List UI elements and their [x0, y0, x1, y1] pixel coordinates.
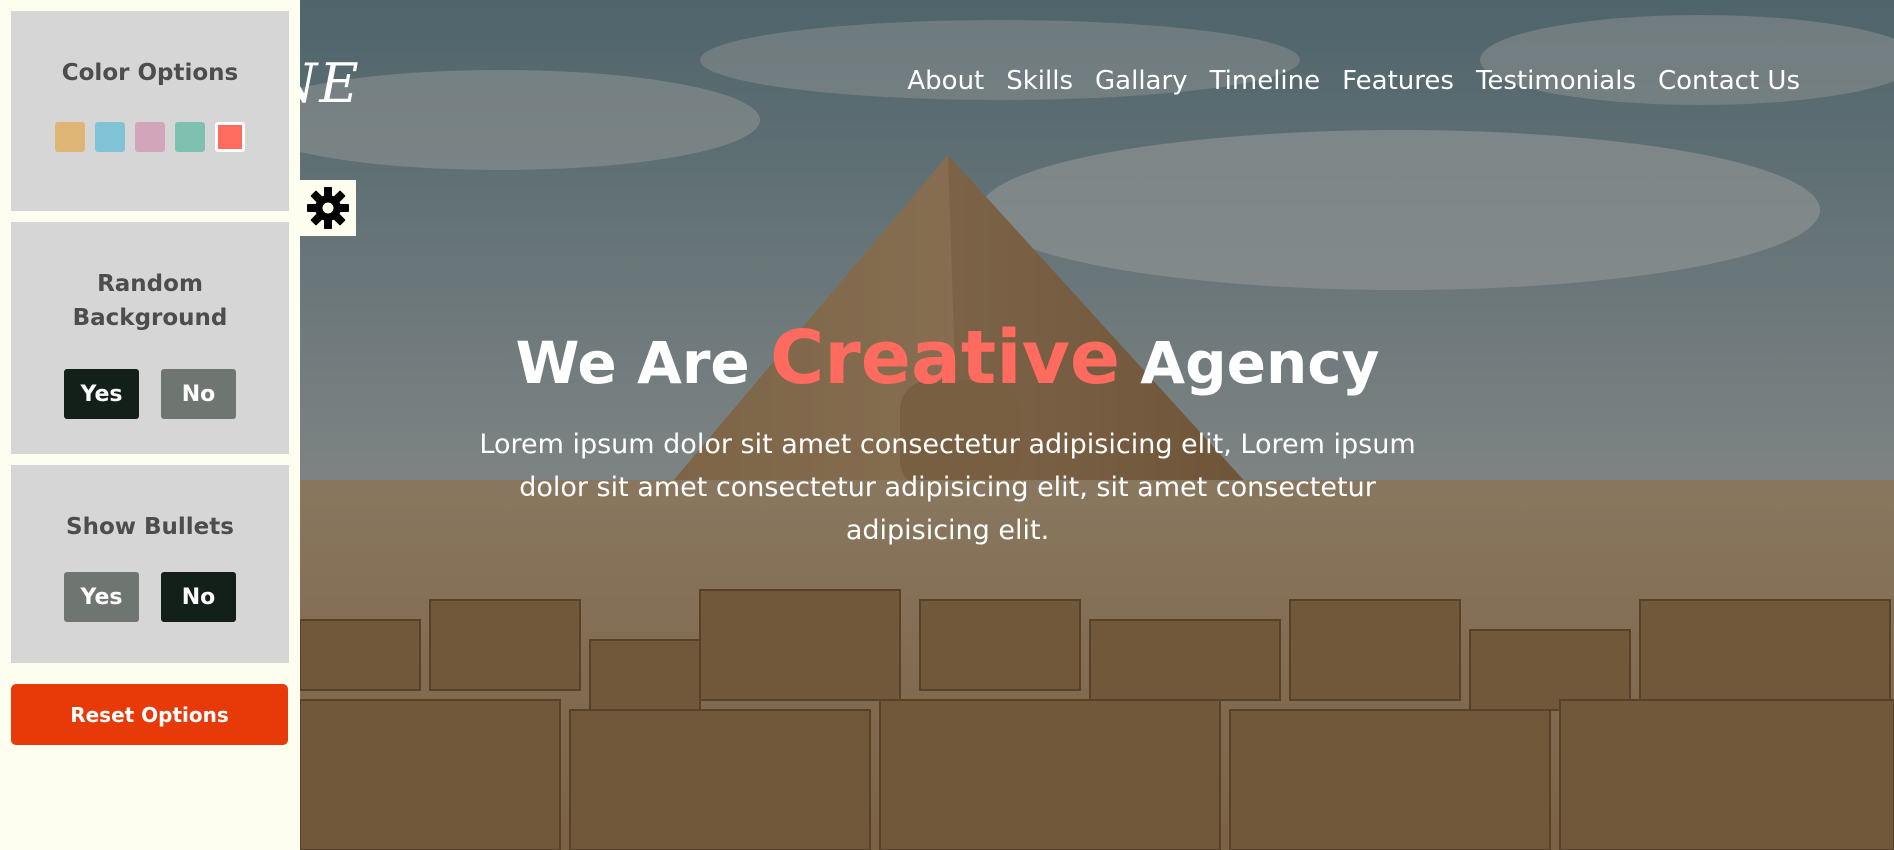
- color-options-title: Color Options: [61, 60, 239, 86]
- color-swatch-blue[interactable]: [95, 122, 125, 152]
- nav-link-testimonials[interactable]: Testimonials: [1476, 66, 1636, 96]
- color-swatch-teal[interactable]: [175, 122, 205, 152]
- gear-icon: [307, 187, 349, 229]
- random-background-no-button[interactable]: No: [161, 369, 236, 419]
- hero-description: Lorem ipsum dolor sit amet consectetur a…: [479, 429, 1416, 546]
- color-swatch-pink[interactable]: [135, 122, 165, 152]
- show-bullets-buttons: Yes No: [11, 572, 289, 622]
- nav-link-features[interactable]: Features: [1342, 66, 1454, 96]
- random-background-box: Random Background Yes No: [11, 222, 289, 454]
- hero-title-prefix: We Are: [515, 329, 750, 397]
- hero-text: We Are Creative Agency Lorem ipsum dolor…: [460, 316, 1435, 552]
- reset-options-button[interactable]: Reset Options: [11, 684, 288, 745]
- nav-link-gallary[interactable]: Gallary: [1095, 66, 1188, 96]
- show-bullets-no-button[interactable]: No: [161, 572, 236, 622]
- show-bullets-title: Show Bullets: [66, 514, 234, 540]
- random-background-yes-button[interactable]: Yes: [64, 369, 139, 419]
- hero-title-suffix: Agency: [1140, 329, 1380, 397]
- hero-title-accent: Creative: [769, 315, 1121, 401]
- color-swatches: [11, 122, 289, 152]
- main-nav: About Skills Gallary Timeline Features T…: [907, 66, 1800, 96]
- color-swatch-gold[interactable]: [55, 122, 85, 152]
- nav-link-skills[interactable]: Skills: [1006, 66, 1073, 96]
- hero-title: We Are Creative Agency: [460, 316, 1435, 405]
- settings-panel: Color Options Random Background Yes No S…: [0, 0, 300, 850]
- nav-link-about[interactable]: About: [907, 66, 984, 96]
- random-background-title: Random Background: [72, 271, 228, 331]
- nav-link-timeline[interactable]: Timeline: [1210, 66, 1321, 96]
- settings-toggle-button[interactable]: [300, 180, 356, 236]
- nav-link-contact-us[interactable]: Contact Us: [1658, 66, 1800, 96]
- show-bullets-yes-button[interactable]: Yes: [64, 572, 139, 622]
- random-background-buttons: Yes No: [11, 369, 289, 419]
- color-options-box: Color Options: [11, 11, 289, 211]
- show-bullets-box: Show Bullets Yes No: [11, 465, 289, 663]
- color-swatch-coral[interactable]: [215, 122, 245, 152]
